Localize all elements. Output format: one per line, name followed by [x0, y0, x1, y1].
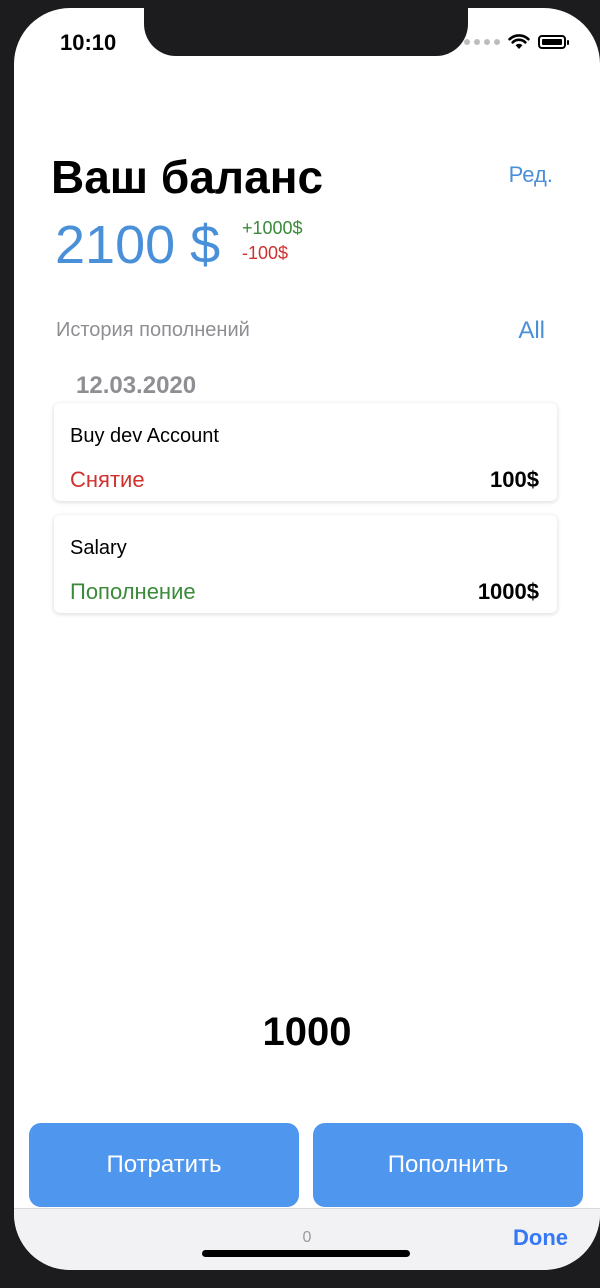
- transaction-card[interactable]: Buy dev Account Снятие 100$: [54, 403, 557, 501]
- app-screen: 10:10 Ваш баланс Ред. 2100 $ +1000$ -100…: [14, 8, 600, 1270]
- wifi-icon: [508, 34, 530, 49]
- balance-expense: -100$: [242, 243, 289, 263]
- history-date: 12.03.2020: [76, 372, 197, 399]
- transaction-type: Снятие: [70, 467, 145, 492]
- battery-icon: [538, 35, 569, 49]
- signal-icon: [464, 39, 500, 45]
- balance-income: +1000$: [242, 218, 303, 238]
- topup-button[interactable]: Пополнить: [313, 1123, 583, 1207]
- home-indicator: [202, 1250, 410, 1257]
- keyboard-toolbar: 0 Done: [14, 1208, 600, 1270]
- balance-amount: 2100 $: [55, 215, 221, 275]
- spend-button[interactable]: Потратить: [29, 1123, 299, 1207]
- done-button[interactable]: Done: [513, 1225, 568, 1251]
- status-icons: [464, 34, 569, 50]
- transaction-type: Пополнение: [70, 579, 196, 604]
- status-time: 10:10: [60, 30, 117, 55]
- edit-button[interactable]: Ред.: [509, 162, 553, 188]
- amount-input[interactable]: 1000: [14, 1010, 600, 1055]
- transaction-card[interactable]: Salary Пополнение 1000$: [54, 515, 557, 613]
- history-label: История пополнений: [56, 319, 250, 341]
- transaction-amount: 1000$: [477, 579, 539, 604]
- notch: [144, 8, 468, 56]
- transaction-amount: 100$: [490, 467, 539, 492]
- all-button[interactable]: All: [518, 317, 545, 345]
- transaction-name: Salary: [70, 537, 127, 559]
- transaction-name: Buy dev Account: [70, 425, 219, 447]
- page-title: Ваш баланс: [51, 151, 324, 203]
